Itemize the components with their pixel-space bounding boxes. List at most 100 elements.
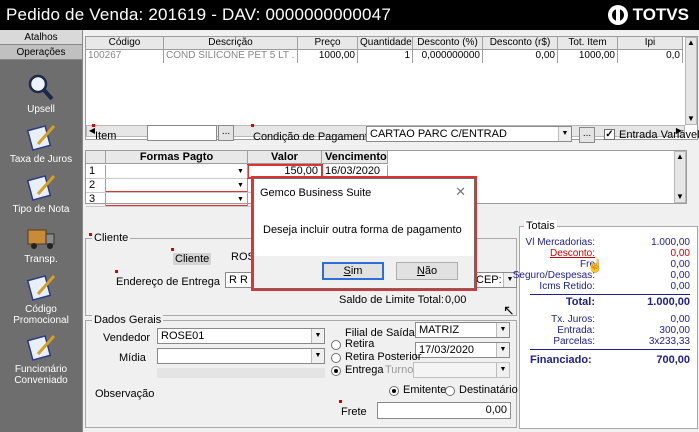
retira-posterior-radio[interactable] [331,353,341,363]
sidebar-item-label: Tipo de Nota [12,204,70,215]
sidebar-item-tipo-nota[interactable]: Tipo de Nota [0,172,82,215]
dialog-footer: Sim Não [254,256,474,288]
vendedor-select[interactable]: ROSE01 ▼ [157,328,325,344]
table-row[interactable]: 1 ▼ 150,00 16/03/2020 [86,164,388,179]
row-index: 2 [86,179,106,192]
forma-pagto-select[interactable]: ▼ [106,193,248,206]
required-marker [115,270,118,273]
turno-label: Turno [385,364,414,376]
total-key: Total: [565,296,595,308]
col-formas-pagto[interactable]: Formas Pagto [106,151,248,163]
tab-operacoes[interactable]: Operações [0,45,82,60]
chevron-down-icon[interactable]: ▼ [496,343,509,357]
sidebar-item-label: Código Promocional [13,304,69,326]
midia-select[interactable]: ▼ [157,348,325,364]
col-vencimento[interactable]: Vencimento [322,151,388,163]
col-tot-item[interactable]: Tot. Item [558,37,618,49]
sidebar-item-transp[interactable]: Transp. [0,222,82,265]
condicao-select[interactable]: CARTAO PARC C/ENTRAD ▼ [366,126,572,142]
table-row[interactable]: 100267 COND SILICONE PET 5 LT . . . 1000… [86,50,683,63]
sidebar-item-label: Taxa de Juros [9,154,73,165]
total-value: 300,00 [659,325,690,336]
chevron-down-icon[interactable]: ▼ [234,193,247,205]
chevron-down-icon[interactable]: ▼ [234,165,247,178]
close-icon[interactable]: ✕ [455,184,466,200]
valor-cell[interactable]: 150,00 [247,164,323,179]
scroll-up-icon[interactable]: ▲ [675,152,685,162]
scroll-up-icon[interactable]: ▲ [686,38,696,48]
filial-select[interactable]: MATRIZ ▼ [415,322,510,338]
notepad-pen-icon [24,332,58,362]
destinatario-radio[interactable] [445,386,455,396]
brand-name: TOTVS [632,5,689,24]
col-preco[interactable]: Preço [298,37,358,49]
forma-pagto-select[interactable]: ▼ [106,165,248,178]
col-descricao[interactable]: Descrição [164,37,298,49]
total-parcelas: Parcelas: 3x233,33 [520,336,690,347]
cell-ipi: 0,0 [618,50,683,63]
total-tx-juros: Tx. Juros: 0,00 [520,314,690,325]
vencimento-cell[interactable]: 16/03/2020 [322,165,388,178]
col-desconto-pct[interactable]: Desconto (%) [413,37,483,49]
saldo-label: Saldo de Limite Total: [339,294,444,306]
item-input[interactable] [147,125,217,141]
scroll-down-icon[interactable]: ▼ [686,114,696,124]
items-vertical-scrollbar[interactable]: ▲ ▼ [685,37,697,125]
col-valor[interactable]: Valor [248,151,322,163]
total-key: Financiado: [530,354,592,366]
entrada-variavel-checkbox[interactable]: ✓ [604,129,615,140]
emitente-radio[interactable] [389,386,399,396]
turno-select[interactable]: ▼ [413,362,510,378]
sidebar-item-funcionario-conveniado[interactable]: Funcionário Conveniado [0,332,82,386]
entrega-radio[interactable] [331,366,341,376]
totais-panel: Totais Vl Mercadorias: 1.000,00 Desconto:… [513,220,698,429]
retira-date-value: 17/03/2020 [419,344,475,356]
payments-vertical-scrollbar[interactable]: ▲ ▼ [674,151,686,203]
required-marker [339,400,342,403]
sidebar-item-taxa-juros[interactable]: Taxa de Juros [0,122,82,165]
cell-quantidade: 1 [358,50,413,63]
col-codigo[interactable]: Código [86,37,164,49]
retira-radio[interactable] [331,340,341,350]
chevron-down-icon[interactable]: ▼ [311,329,324,343]
saldo-value: 0,00 [445,294,467,306]
chevron-down-icon[interactable]: ▼ [234,179,247,191]
scroll-down-icon[interactable]: ▼ [675,192,685,202]
sim-button[interactable]: Sim [322,262,384,280]
nao-button-label: Não [416,265,438,277]
totals-divider [530,294,690,295]
total-icms-retido: Icms Retido: 0,00 [520,281,690,292]
total-financiado: Financiado: 700,00 [520,355,690,368]
sidebar: Atalhos Operações Upsell Taxa de Juros T… [0,30,82,432]
chevron-down-icon[interactable]: ▼ [496,363,509,377]
tab-atalhos[interactable]: Atalhos [0,30,82,45]
total-desconto[interactable]: Desconto: 0,00 [520,248,690,259]
sidebar-item-upsell[interactable]: Upsell [0,72,82,115]
col-quantidade[interactable]: Quantidade [358,37,413,49]
dados-gerais-group-title: Dados Gerais [92,314,164,326]
cep-select[interactable]: CEP: ▼ [473,272,517,288]
chevron-down-icon[interactable]: ▼ [311,349,324,363]
total-frete: Fre 0,00 [520,259,690,270]
item-lookup-button[interactable]: ... [218,125,234,141]
total-value: 0,00 [670,259,690,270]
filial-value: MATRIZ [419,324,460,336]
frete-input[interactable]: 0,00 [377,402,511,419]
endereco-select[interactable]: R R [225,272,253,288]
cell-desconto-rs: 0,00 [483,50,558,63]
retira-date-picker[interactable]: 17/03/2020 ▼ [415,342,510,358]
col-ipi[interactable]: Ipi [618,37,683,49]
notepad-pen-icon [24,172,58,202]
retira-posterior-label: Retira Posterior [345,351,422,363]
forma-pagto-select[interactable]: ▼ [106,179,248,192]
sidebar-item-codigo-promocional[interactable]: Código Promocional [0,272,82,326]
entrega-label: Entrega [345,364,384,376]
col-desconto-rs[interactable]: Desconto (r$) [483,37,558,49]
chevron-down-icon[interactable]: ▼ [558,127,571,141]
total-key: Entrada: [557,325,595,336]
cell-descricao: COND SILICONE PET 5 LT . . . [166,50,298,63]
chevron-down-icon[interactable]: ▼ [496,323,509,337]
condicao-lookup-button[interactable]: ... [579,127,595,143]
nao-button[interactable]: Não [396,262,458,280]
hand-cursor-icon: ☝ [587,258,604,273]
